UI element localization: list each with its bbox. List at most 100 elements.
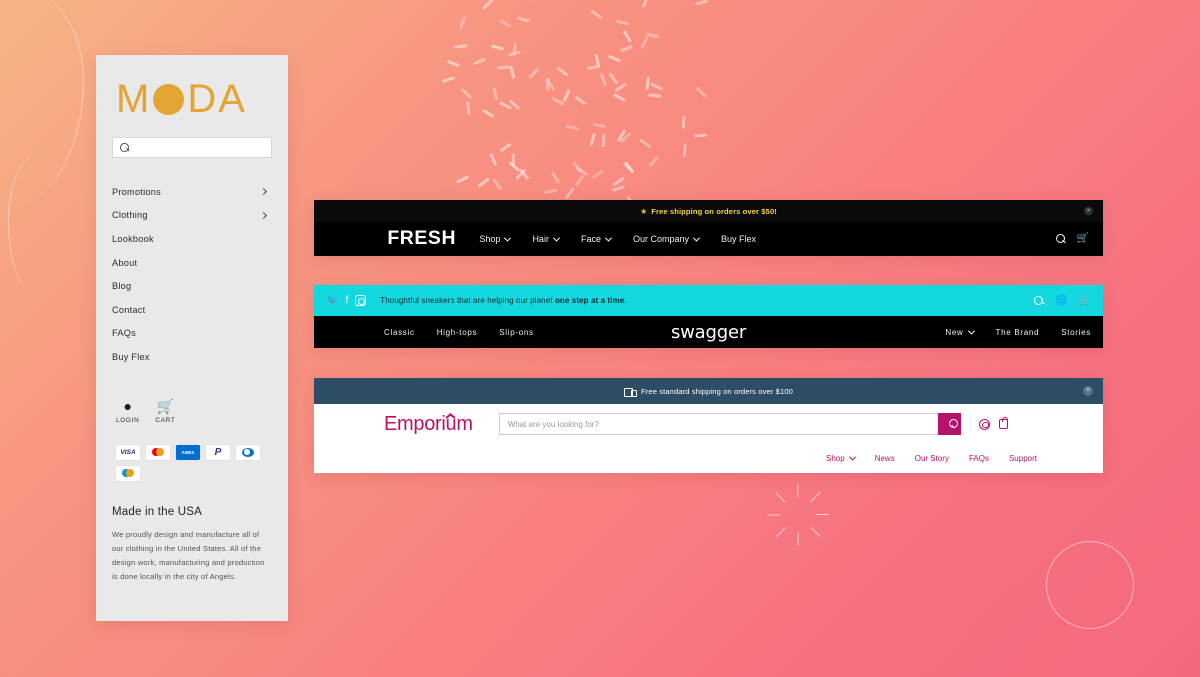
- sidebar-item-label: About: [112, 257, 138, 268]
- bag-icon[interactable]: [998, 416, 1008, 429]
- fresh-navbar: FRESH Shop Hair Face Our Company Buy Flex 🛒: [314, 222, 1103, 256]
- sidebar-item-lookbook[interactable]: Lookbook: [112, 227, 272, 251]
- fresh-nav-shop[interactable]: Shop: [479, 234, 512, 244]
- sidebar-item-label: Promotions: [112, 186, 161, 197]
- facebook-icon[interactable]: f: [345, 295, 348, 306]
- chevron-down-icon: [504, 234, 512, 242]
- basket-icon[interactable]: 🛒: [1077, 234, 1089, 244]
- nav-item-label: The Brand: [995, 327, 1040, 337]
- swagger-tagline-bold: one step at a time: [554, 296, 625, 305]
- nav-item-label: Face: [580, 234, 601, 244]
- swagger-nav-high-tops[interactable]: High-tops: [437, 328, 478, 337]
- fresh-header-panel: ★ Free shipping on orders over $50! × FR…: [314, 200, 1103, 256]
- made-in-usa-body: We proudly design and manufacture all of…: [112, 529, 265, 581]
- login-label: LOGIN: [116, 416, 140, 424]
- sidebar-item-label: Lookbook: [112, 233, 154, 244]
- cart-label: CART: [155, 416, 176, 424]
- moda-logo[interactable]: M D A: [116, 79, 272, 119]
- moda-account-icons: ● LOGIN 🛒 CART: [112, 399, 272, 424]
- emporium-header-panel: Free standard shipping on orders over $1…: [314, 378, 1103, 473]
- close-icon[interactable]: ×: [1083, 386, 1093, 396]
- fresh-promo-text: Free shipping on orders over $50!: [651, 206, 777, 216]
- cart-button[interactable]: 🛒 CART: [155, 399, 175, 424]
- account-icon[interactable]: [978, 418, 990, 430]
- nav-item-label: Support: [1008, 454, 1037, 463]
- emporium-account-icons: [978, 416, 1008, 430]
- emporium-promo-banner: Free standard shipping on orders over $1…: [314, 378, 1103, 404]
- instagram-icon[interactable]: [355, 295, 367, 306]
- search-icon: [120, 143, 129, 152]
- chevron-down-icon: [967, 327, 975, 335]
- close-icon[interactable]: ×: [1084, 206, 1093, 216]
- roof-icon: [446, 412, 455, 421]
- emporium-search: [498, 413, 961, 435]
- sidebar-item-label: Clothing: [112, 210, 148, 221]
- swagger-nav-slip-ons[interactable]: Slip-ons: [499, 328, 534, 337]
- moda-search-box[interactable]: [112, 137, 272, 158]
- emporium-logo[interactable]: Emporium: [384, 413, 473, 436]
- chevron-down-icon: [604, 234, 613, 242]
- swagger-nav-new[interactable]: New: [945, 327, 975, 337]
- fresh-nav-buy-flex[interactable]: Buy Flex: [721, 234, 756, 244]
- swagger-navbar: Classic High-tops Slip-ons swagger New The …: [314, 316, 1103, 348]
- payment-visa-icon: VISA: [115, 443, 141, 461]
- swagger-nav-the-brand[interactable]: The Brand: [996, 328, 1040, 337]
- nav-item-label: High-tops: [436, 327, 478, 337]
- basket-icon[interactable]: 🛒: [1079, 295, 1091, 306]
- circle-outline-decoration: [1046, 541, 1134, 629]
- sidebar-item-clothing[interactable]: Clothing: [112, 204, 272, 228]
- globe-icon[interactable]: 🌐: [1055, 295, 1067, 306]
- search-input[interactable]: [133, 142, 264, 153]
- sidebar-item-faqs[interactable]: FAQs: [112, 322, 272, 346]
- nav-item-label: Buy Flex: [721, 234, 757, 244]
- sidebar-item-about[interactable]: About: [112, 251, 272, 275]
- twitter-icon[interactable]: 🐦: [326, 295, 338, 306]
- fresh-promo-banner: ★ Free shipping on orders over $50! ×: [314, 200, 1103, 222]
- chevron-down-icon: [552, 234, 560, 242]
- emporium-nav-support[interactable]: Support: [1009, 454, 1037, 463]
- swagger-tagline: Thoughtful sneakers that are helping our…: [380, 296, 626, 305]
- cart-icon: 🛒: [156, 397, 175, 414]
- emporium-logo-text: Emporium: [384, 412, 473, 435]
- search-icon: [944, 419, 959, 429]
- nav-item-label: Slip-ons: [499, 327, 534, 337]
- search-icon[interactable]: [1055, 234, 1066, 244]
- chevron-down-icon: [692, 234, 701, 242]
- star-icon: ★: [640, 206, 648, 216]
- sidebar-item-blog[interactable]: Blog: [112, 274, 272, 298]
- emporium-nav-faqs[interactable]: FAQs: [969, 454, 989, 463]
- swagger-logo[interactable]: swagger: [671, 322, 746, 343]
- payment-diners-icon: [235, 443, 261, 461]
- emporium-nav-news[interactable]: News: [875, 454, 895, 463]
- user-icon: ●: [123, 397, 132, 414]
- fresh-nav-our-company[interactable]: Our Company: [633, 234, 701, 244]
- nav-item-label: Shop: [826, 454, 845, 463]
- emporium-nav: Shop News Our Story FAQs Support: [314, 444, 1103, 473]
- chevron-right-icon: [259, 188, 268, 196]
- swagger-nav-classic[interactable]: Classic: [384, 328, 415, 337]
- swagger-nav-stories[interactable]: Stories: [1061, 328, 1091, 337]
- fresh-nav-hair[interactable]: Hair: [532, 234, 560, 244]
- search-input[interactable]: [498, 413, 938, 435]
- search-button[interactable]: [937, 413, 961, 435]
- login-button[interactable]: ● LOGIN: [116, 399, 139, 424]
- payment-maestro-icon: [115, 464, 141, 482]
- search-icon[interactable]: [1034, 295, 1044, 306]
- sidebar-item-label: Buy Flex: [112, 351, 150, 362]
- fresh-logo[interactable]: FRESH: [387, 228, 456, 250]
- payment-amex-icon: AMEX: [175, 443, 201, 461]
- moda-logo-d: D: [187, 77, 218, 121]
- nav-item-label: FAQs: [968, 454, 989, 463]
- sidebar-item-promotions[interactable]: Promotions: [112, 180, 272, 204]
- emporium-promo-text: Free standard shipping on orders over $1…: [641, 386, 793, 396]
- emporium-main-bar: Emporium: [314, 404, 1103, 444]
- fresh-nav-face[interactable]: Face: [580, 234, 613, 244]
- starburst-decoration: [767, 482, 839, 546]
- nav-item-label: Classic: [384, 327, 415, 337]
- sidebar-item-contact[interactable]: Contact: [112, 298, 272, 322]
- moda-logo-dot-icon: [153, 83, 185, 115]
- sidebar-item-buy-flex[interactable]: Buy Flex: [112, 345, 272, 369]
- emporium-nav-shop[interactable]: Shop: [826, 453, 856, 463]
- moda-nav: Promotions Clothing Lookbook About Blog Conta…: [112, 180, 272, 369]
- emporium-nav-our-story[interactable]: Our Story: [915, 454, 949, 463]
